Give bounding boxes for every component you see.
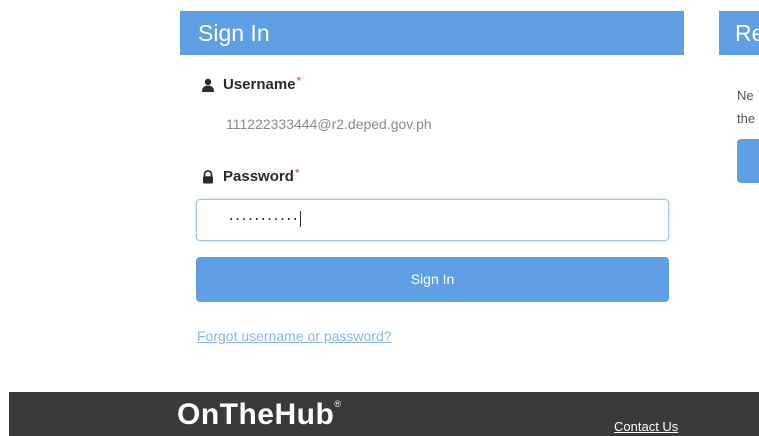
password-label-text: Password	[223, 168, 294, 185]
required-marker: *	[296, 73, 302, 88]
text-cursor	[300, 211, 302, 228]
required-marker: *	[294, 165, 300, 180]
onthehub-logo[interactable]: OnTheHub®	[177, 398, 341, 432]
password-label: Password *	[201, 165, 300, 185]
register-button[interactable]	[737, 139, 759, 183]
register-title: Re	[735, 20, 759, 46]
username-label-text: Username	[223, 76, 296, 93]
registered-mark: ®	[334, 399, 342, 409]
signin-button[interactable]: Sign In	[196, 257, 669, 302]
password-masked-value: ···········	[227, 212, 299, 228]
contact-us-link[interactable]: Contact Us	[614, 419, 678, 434]
signin-title: Sign In	[198, 20, 270, 46]
username-field[interactable]: 111222333444@r2.deped.gov.ph	[226, 116, 432, 132]
lock-icon	[203, 169, 213, 183]
username-label: Username *	[201, 73, 302, 93]
forgot-credentials-link[interactable]: Forgot username or password?	[197, 328, 392, 344]
footer: OnTheHub® Contact Us	[9, 392, 759, 436]
password-field[interactable]: ···········	[196, 199, 669, 241]
signin-panel-header: Sign In	[180, 11, 684, 55]
register-text-line: Ne	[737, 88, 754, 103]
register-text-line: the	[737, 111, 756, 126]
register-panel-header: Re	[719, 11, 759, 55]
logo-text: OnTheHub	[177, 398, 335, 431]
register-description: Ne the	[737, 84, 759, 130]
user-icon	[202, 78, 214, 92]
